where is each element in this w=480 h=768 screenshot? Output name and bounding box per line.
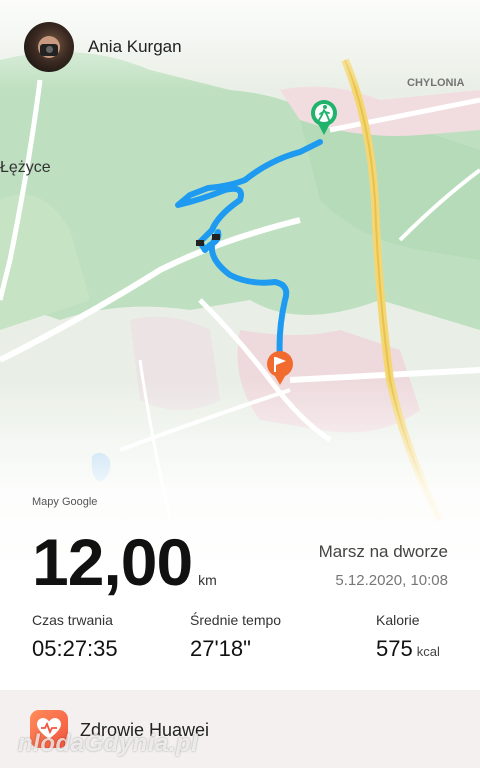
activity-datetime: 5.12.2020, 10:08 <box>335 572 448 589</box>
map-label-place-top-right: CHYLONIA <box>407 77 465 89</box>
distance-unit: km <box>198 572 217 588</box>
stat-value: 575 <box>376 636 413 661</box>
stat-value: 05:27:35 <box>32 636 118 661</box>
stat-duration: Czas trwania 05:27:35 <box>32 612 118 662</box>
activity-type: Marsz na dworze <box>318 542 448 561</box>
map-attribution: Mapy Google <box>32 496 98 508</box>
distance-value: 12,00 <box>32 525 193 599</box>
stat-label: Czas trwania <box>32 612 113 628</box>
map-label-place-left: Łężyce <box>0 159 51 176</box>
stat-unit: kcal <box>416 644 440 659</box>
activity-info: Marsz na dworze 5.12.2020, 10:08 <box>319 542 448 589</box>
stat-value: 27'18" <box>190 636 251 661</box>
user-header: Ania Kurgan <box>24 22 182 72</box>
route-map[interactable]: Łężyce CHYLONIA <box>0 0 480 560</box>
distance-block: 12,00 km <box>32 524 217 600</box>
site-watermark: nlodaGdynia.pl <box>18 730 199 757</box>
stat-label: Kalorie <box>376 612 420 628</box>
stat-label: Średnie tempo <box>190 612 282 628</box>
stat-pace: Średnie tempo 27'18" <box>190 612 281 662</box>
stat-calories: Kalorie 575 kcal <box>376 612 440 662</box>
avatar[interactable] <box>24 22 74 72</box>
user-name: Ania Kurgan <box>88 37 182 56</box>
